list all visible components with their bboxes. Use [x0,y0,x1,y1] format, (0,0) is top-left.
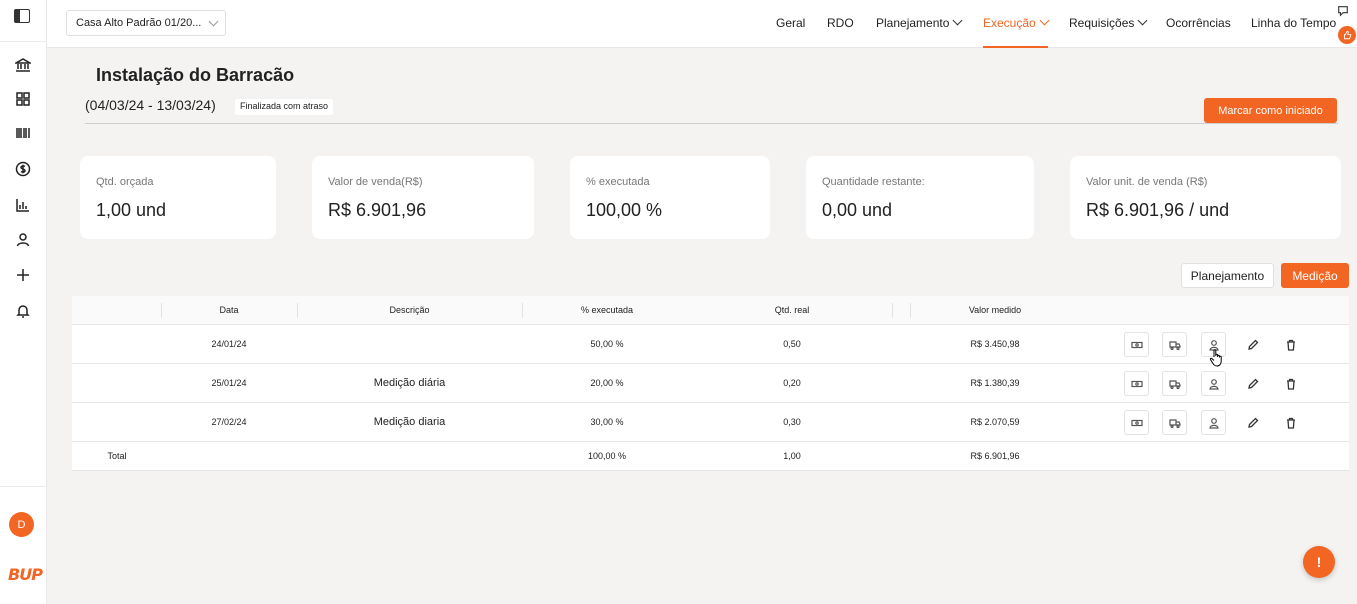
column-header-descricao[interactable]: Descrição [297,296,522,325]
grid-icon[interactable] [12,88,34,110]
cell-descricao: Medição diária [373,377,446,389]
money-icon[interactable] [1124,332,1149,357]
card-value: 100,00 % [586,200,663,220]
date-range: (04/03/24 - 13/03/24) [85,97,216,113]
card-value: R$ 6.901,96 / und [1086,200,1230,220]
tab-medicao[interactable]: Medição [1281,263,1349,288]
card-valor-venda: Valor de venda(R$) R$ 6.901,96 [312,156,534,239]
card-value: 0,00 und [822,200,893,220]
cell-total-executada: 100,00 % [587,451,627,461]
card-value: R$ 6.901,96 [328,200,427,220]
project-select-value: Casa Alto Padrão 01/20... [76,17,202,29]
chevron-down-icon [952,15,963,26]
bell-icon[interactable] [12,300,34,322]
cell-descricao [297,325,522,364]
trash-icon[interactable] [1278,410,1303,435]
cell-data: 27/02/24 [211,417,247,427]
header-divider [85,123,1338,124]
truck-icon[interactable] [1162,410,1187,435]
user-icon[interactable] [1201,371,1226,396]
column-header-executada[interactable]: % executada [522,296,692,325]
trash-icon[interactable] [1278,371,1303,396]
card-label: Valor de venda(R$) [328,176,423,188]
edit-icon[interactable] [1240,371,1265,396]
table-row: 24/01/24 50,00 % 0,50 R$ 3.450,98 [72,325,1349,364]
cell-executada: 50,00 % [590,339,624,349]
bank-icon[interactable] [12,54,34,76]
card-label: Qtd. orçada [96,176,154,188]
column-header-valor-medido[interactable]: Valor medido [910,296,1080,325]
cell-executada: 30,00 % [590,417,624,427]
table-row: 25/01/24 Medição diária 20,00 % 0,20 R$ … [72,364,1349,403]
chevron-down-icon [208,16,219,27]
cell-data: 25/01/24 [211,378,247,388]
chart-icon[interactable] [12,194,34,216]
cell-qtd-real: 0,20 [783,378,801,388]
nav-planejamento[interactable]: Planejamento [876,0,963,48]
column-header-qtd-real[interactable]: Qtd. real [692,296,892,325]
nav-ocorrencias[interactable]: Ocorrências [1166,0,1231,48]
cell-valor-medido: R$ 3.450,98 [970,339,1020,349]
truck-icon[interactable] [1162,371,1187,396]
money-icon[interactable] [1124,371,1149,396]
chevron-down-icon [1137,15,1148,26]
tab-planejamento[interactable]: Planejamento [1181,263,1274,288]
truck-icon[interactable] [1162,332,1187,357]
barcode-icon[interactable] [12,122,34,144]
hand-cursor-icon [1209,348,1225,373]
card-label: % executada [586,176,650,188]
card-label: Quantidade restante: [822,176,925,188]
thumbs-up-icon[interactable] [1338,26,1356,44]
nav-requisicoes[interactable]: Requisições [1069,0,1148,48]
user-icon[interactable] [1201,410,1226,435]
card-valor-unitario: Valor unit. de venda (R$) R$ 6.901,96 / … [1070,156,1341,239]
cell-total-label: Total [107,451,127,461]
status-badge: Finalizada com atraso [235,99,334,115]
edit-icon[interactable] [1240,410,1265,435]
dollar-icon[interactable] [12,158,34,180]
cell-executada: 20,00 % [590,378,624,388]
cell-qtd-real: 0,30 [783,417,801,427]
sidebar-toggle-icon[interactable] [14,9,30,23]
mark-as-started-button[interactable]: Marcar como iniciado [1204,98,1337,123]
cell-total-valor-medido: R$ 6.901,96 [970,451,1020,461]
table-total-row: Total 100,00 % 1,00 R$ 6.901,96 [72,442,1349,471]
card-label: Valor unit. de venda (R$) [1086,176,1208,188]
chevron-down-icon [1039,15,1050,26]
money-icon[interactable] [1124,410,1149,435]
card-value: 1,00 und [96,200,167,220]
plus-icon[interactable] [12,264,34,286]
card-executada: % executada 100,00 % [570,156,770,239]
cell-valor-medido: R$ 2.070,59 [970,417,1020,427]
sidebar: D BUP [0,0,47,604]
table-header: Data Descrição % executada Qtd. real Val… [72,296,1349,325]
nav-execucao[interactable]: Execução [983,0,1050,48]
logo: BUP [8,565,43,584]
topbar: Casa Alto Padrão 01/20... Geral RDO Plan… [47,0,1357,48]
cell-descricao: Medição diaria [373,416,446,428]
cell-data: 24/01/24 [211,339,247,349]
measurements-table: Data Descrição % executada Qtd. real Val… [72,296,1349,471]
avatar[interactable]: D [9,512,34,537]
feedback-icon[interactable] [1337,5,1351,19]
cell-qtd-real: 0,50 [783,339,801,349]
cell-valor-medido: R$ 1.380,39 [970,378,1020,388]
project-select[interactable]: Casa Alto Padrão 01/20... [66,10,226,36]
sidebar-divider [0,41,47,42]
sidebar-divider-bottom [0,486,47,487]
nav-linha-do-tempo[interactable]: Linha do Tempo [1251,0,1336,48]
page-title: Instalação do Barracão [96,65,295,85]
column-separator [892,303,893,318]
trash-icon[interactable] [1278,332,1303,357]
card-qtd-orcada: Qtd. orçada 1,00 und [80,156,276,239]
card-quantidade-restante: Quantidade restante: 0,00 und [806,156,1034,239]
edit-icon[interactable] [1240,332,1265,357]
nav-geral[interactable]: Geral [776,0,805,48]
nav-rdo[interactable]: RDO [827,0,854,48]
user-icon[interactable] [12,229,34,251]
cell-total-qtd-real: 1,00 [783,451,801,461]
table-row: 27/02/24 Medição diaria 30,00 % 0,30 R$ … [72,403,1349,442]
help-fab-button[interactable]: ! [1303,546,1335,578]
column-header-data[interactable]: Data [161,296,297,325]
